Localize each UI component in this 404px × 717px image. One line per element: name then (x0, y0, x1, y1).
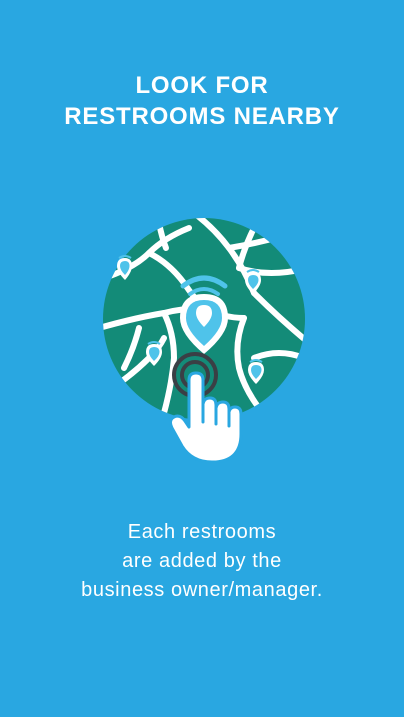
description-line-1: Each restrooms (127, 521, 277, 543)
description-line-2: are added by the (122, 550, 282, 572)
description-text: Each restrooms are added by the business… (0, 518, 404, 605)
onboarding-screen: LOOK FOR RESTROOMS NEARBY Each restrooms… (0, 0, 404, 717)
description-line-3: business owner/manager. (81, 579, 323, 601)
page-title: LOOK FOR RESTROOMS NEARBY (0, 70, 404, 132)
restroom-map-illustration (94, 208, 314, 470)
title-line-2: RESTROOMS NEARBY (64, 103, 340, 130)
title-line-1: LOOK FOR (135, 72, 269, 99)
